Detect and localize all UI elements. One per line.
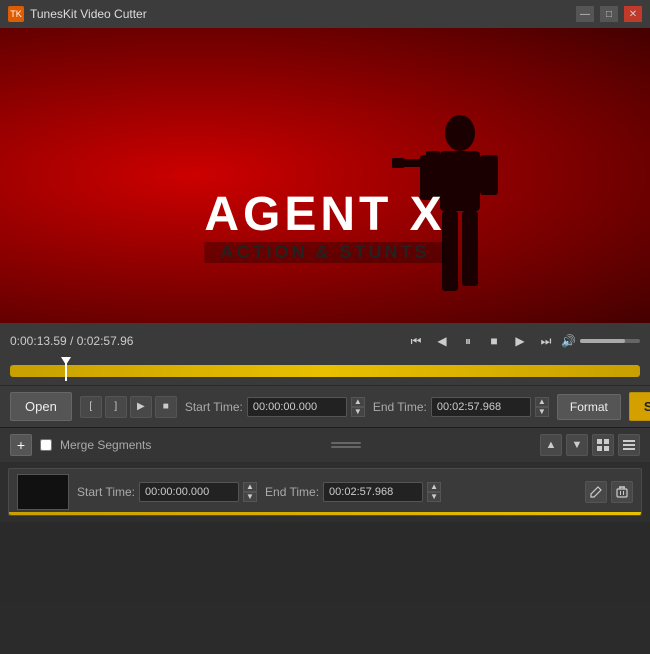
drag-line-2 — [331, 446, 361, 448]
delete-icon — [616, 486, 628, 498]
format-button[interactable]: Format — [557, 394, 621, 420]
timeline-thumb[interactable] — [65, 361, 67, 381]
merge-label: Merge Segments — [60, 438, 151, 452]
start-time-up[interactable]: ▲ — [351, 397, 365, 407]
seg-start-time-section: Start Time: ▲ ▼ — [77, 482, 257, 502]
preview-clip-button[interactable]: ▶ — [130, 396, 152, 418]
stop-clip-button[interactable]: ■ — [155, 396, 177, 418]
thumbnail-view-button[interactable] — [592, 434, 614, 456]
delete-segment-button[interactable] — [611, 481, 633, 503]
open-button[interactable]: Open — [10, 392, 72, 421]
app-title: TunesKit Video Cutter — [30, 7, 576, 21]
clip-controls: [ ] ▶ ■ — [80, 396, 177, 418]
mark-in-button[interactable]: [ — [80, 396, 102, 418]
start-time-spinner: ▲ ▼ — [351, 397, 365, 417]
drag-handle — [159, 442, 532, 448]
maximize-button[interactable]: □ — [600, 6, 618, 22]
volume-icon: 🔊 — [561, 334, 576, 348]
timeline-area — [0, 359, 650, 385]
volume-fill — [580, 339, 625, 343]
seg-start-input[interactable] — [139, 482, 239, 502]
segment-progress-bar — [9, 512, 641, 515]
segments-header: + Merge Segments ▲ ▼ — [0, 428, 650, 462]
merge-checkbox[interactable] — [40, 439, 52, 451]
mark-out-button[interactable]: ] — [105, 396, 127, 418]
seg-end-down[interactable]: ▼ — [427, 492, 441, 502]
thumbnail-icon — [597, 439, 609, 451]
segment-thumbnail — [17, 474, 69, 510]
volume-control: 🔊 — [561, 334, 640, 348]
toolbar-row: Open [ ] ▶ ■ Start Time: ▲ ▼ End Time: ▲… — [0, 385, 650, 427]
seg-end-label: End Time: — [265, 485, 319, 499]
add-segment-button[interactable]: + — [10, 434, 32, 456]
play-button[interactable]: ▶ — [509, 330, 531, 352]
prev-frame-button[interactable]: ◀ — [431, 330, 453, 352]
time-display: 0:00:13.59 / 0:02:57.96 — [10, 334, 401, 348]
edit-segment-button[interactable] — [585, 481, 607, 503]
seg-end-up[interactable]: ▲ — [427, 482, 441, 492]
end-time-up[interactable]: ▲ — [535, 397, 549, 407]
list-icon — [623, 439, 635, 451]
end-time-label: End Time: — [373, 400, 427, 414]
stop-button[interactable]: ■ — [483, 330, 505, 352]
volume-slider[interactable] — [580, 339, 640, 343]
app-icon: TK — [8, 6, 24, 22]
video-subtitle: ACTION & STUNTS — [204, 242, 445, 263]
drag-line-1 — [331, 442, 361, 444]
fast-forward-button[interactable]: ⏭ — [535, 330, 557, 352]
minimize-button[interactable]: — — [576, 6, 594, 22]
seg-start-up[interactable]: ▲ — [243, 482, 257, 492]
end-time-section: End Time: ▲ ▼ — [373, 397, 549, 417]
end-time-down[interactable]: ▼ — [535, 407, 549, 417]
seg-start-down[interactable]: ▼ — [243, 492, 257, 502]
playback-controls: 0:00:13.59 / 0:02:57.96 ⏮ ◀ ⏸ ■ ▶ ⏭ 🔊 — [0, 323, 650, 359]
title-bar: TK TunesKit Video Cutter — □ ✕ — [0, 0, 650, 28]
video-main-title: AGENT X — [204, 187, 445, 242]
window-controls: — □ ✕ — [576, 6, 642, 22]
segments-empty-area — [0, 522, 650, 602]
start-time-section: Start Time: ▲ ▼ — [185, 397, 365, 417]
edit-icon — [590, 486, 602, 498]
segment-actions — [585, 481, 633, 503]
segments-area: + Merge Segments ▲ ▼ — [0, 427, 650, 602]
start-time-input[interactable] — [247, 397, 347, 417]
seg-end-spinner: ▲ ▼ — [427, 482, 441, 502]
end-time-spinner: ▲ ▼ — [535, 397, 549, 417]
move-down-button[interactable]: ▼ — [566, 434, 588, 456]
pause-button[interactable]: ⏸ — [457, 330, 479, 352]
start-time-down[interactable]: ▼ — [351, 407, 365, 417]
video-content: AGENT X ACTION & STUNTS — [0, 28, 650, 323]
start-time-label: Start Time: — [185, 400, 243, 414]
video-title-overlay: AGENT X ACTION & STUNTS — [204, 187, 445, 263]
end-time-input[interactable] — [431, 397, 531, 417]
video-player: AGENT X ACTION & STUNTS — [0, 28, 650, 323]
move-up-button[interactable]: ▲ — [540, 434, 562, 456]
seg-start-label: Start Time: — [77, 485, 135, 499]
start-button[interactable]: Start — [629, 392, 650, 421]
seg-end-time-section: End Time: ▲ ▼ — [265, 482, 441, 502]
seg-end-input[interactable] — [323, 482, 423, 502]
step-back-button[interactable]: ⏮ — [405, 330, 427, 352]
list-view-button[interactable] — [618, 434, 640, 456]
segment-row: Start Time: ▲ ▼ End Time: ▲ ▼ — [8, 468, 642, 516]
segment-view-controls: ▲ ▼ — [540, 434, 640, 456]
close-button[interactable]: ✕ — [624, 6, 642, 22]
seg-start-spinner: ▲ ▼ — [243, 482, 257, 502]
timeline-track[interactable] — [10, 365, 640, 377]
